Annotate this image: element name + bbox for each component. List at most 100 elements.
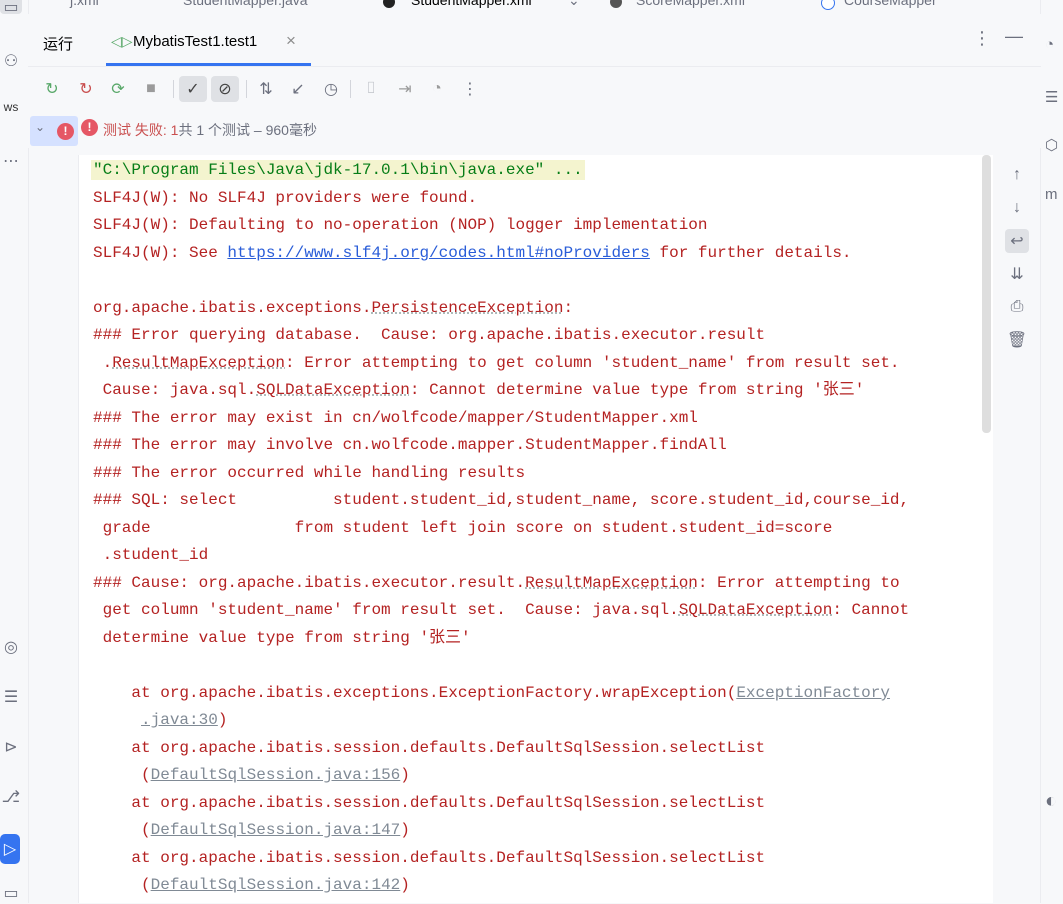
sort-alphabetically-icon[interactable]: ⇅: [254, 77, 278, 101]
source-link[interactable]: DefaultSqlSession.java:147: [151, 821, 401, 839]
console-line: SLF4J(W): See https://www.slf4j.org/code…: [93, 243, 852, 263]
console-line: ### The error may exist in cn/wolfcode/m…: [93, 409, 698, 427]
console-text: Cause: java.sql.: [93, 381, 257, 399]
console-text: : Error attempting to get column 'studen…: [285, 354, 900, 372]
java-class-icon: [821, 0, 835, 10]
project-icon[interactable]: ▭: [0, 0, 22, 16]
console-line: ### The error occurred while handling re…: [93, 464, 526, 482]
more-options-icon[interactable]: ⋮: [973, 28, 991, 49]
console-text: org.apache.ibatis.exceptions.: [93, 299, 372, 317]
run-icon[interactable]: ▷: [0, 834, 20, 864]
console-text: : Cannot: [832, 601, 910, 619]
assistant-icon[interactable]: ◐: [1045, 790, 1057, 813]
file-type-icon: [383, 0, 395, 8]
notifications-icon[interactable]: ◔: [1045, 36, 1054, 53]
test-tree-root[interactable]: ⌄ ! ! 测试 失败: 1共 1 个测试 – 960毫秒: [28, 110, 1041, 148]
stack-trace-line: (DefaultSqlSession.java:156): [93, 765, 410, 785]
console-text: (: [141, 821, 151, 839]
arrow-down-icon[interactable]: ↓: [1005, 196, 1029, 220]
sort-by-duration-icon[interactable]: ↙: [286, 77, 310, 101]
run-config-tab[interactable]: ◁▷ MybatisTest1.test1 ×: [106, 14, 311, 66]
console-text: SLF4J(W): See: [93, 244, 228, 262]
console-line: .student_id: [93, 546, 209, 564]
console-line: ### SQL: select student.student_id,stude…: [93, 491, 910, 509]
close-icon[interactable]: ⌄: [568, 0, 580, 9]
run-config-tab-label: MybatisTest1.test1: [133, 33, 258, 50]
more-options-icon[interactable]: ⋮: [458, 77, 482, 101]
console-text: (: [141, 876, 151, 894]
editor-tab[interactable]: ScoreMapper.xml: [636, 0, 745, 8]
stack-trace-line: at org.apache.ibatis.session.defaults.De…: [93, 739, 766, 757]
editor-tab-active[interactable]: StudentMapper.xml: [411, 0, 532, 8]
gradle-icon[interactable]: ⬡: [1045, 136, 1058, 154]
file-type-icon: [610, 0, 622, 8]
scroll-to-end-icon[interactable]: ⇊: [1005, 262, 1029, 286]
console-line: ### Cause: org.apache.ibatis.executor.re…: [93, 573, 900, 593]
git-icon[interactable]: ⎇: [0, 786, 22, 808]
editor-tab[interactable]: j.xml: [70, 0, 99, 8]
toggle-auto-test-icon[interactable]: ⟳: [106, 77, 130, 101]
import-tests-icon[interactable]: ⇥: [393, 77, 417, 101]
vertical-scrollbar[interactable]: [982, 155, 991, 433]
console-text: :: [563, 299, 574, 317]
stack-trace-line: (DefaultSqlSession.java:142): [93, 875, 410, 895]
source-link[interactable]: ExceptionFactory: [736, 684, 890, 702]
status-failed: 失败:: [134, 122, 171, 138]
coverage-icon[interactable]: ◔: [425, 77, 449, 101]
more-icon[interactable]: ⋯: [0, 150, 22, 172]
close-icon[interactable]: ×: [286, 31, 296, 51]
editor-tab-strip: j.xml StudentMapper.java StudentMapper.x…: [28, 0, 1038, 15]
aws-icon[interactable]: ws: [0, 96, 22, 118]
toolbar-separator: [350, 80, 351, 98]
terminal-icon[interactable]: ▭: [0, 882, 22, 904]
source-link[interactable]: DefaultSqlSession.java:142: [151, 876, 401, 894]
database-icon[interactable]: ☰: [1045, 88, 1058, 106]
run-window-header: 运行 ◁▷ MybatisTest1.test1 × ⋮ —: [28, 14, 1041, 66]
class-reference[interactable]: PersistenceException: [371, 299, 563, 317]
rerun-icon[interactable]: ↻: [40, 77, 64, 101]
console-text: : Error attempting to: [697, 574, 900, 592]
source-link[interactable]: .java:30: [141, 711, 218, 729]
right-tool-stripe: ◔ ☰ ⬡ m ◐: [1040, 0, 1063, 903]
slf4j-link[interactable]: https://www.slf4j.org/codes.html#noProvi…: [227, 244, 649, 262]
stack-trace-line: at org.apache.ibatis.session.defaults.De…: [93, 794, 766, 812]
console-line: SLF4J(W): Defaulting to no-operation (NO…: [93, 216, 708, 234]
test-history-icon[interactable]: ◷: [319, 77, 343, 101]
editor-tab[interactable]: StudentMapper.java: [183, 0, 308, 8]
class-reference[interactable]: ResultMapException: [525, 574, 698, 592]
minimize-icon[interactable]: —: [1005, 26, 1023, 47]
console-text: ): [400, 876, 410, 894]
class-reference[interactable]: SQLDataException: [256, 381, 410, 399]
camera-icon[interactable]: ⌷: [359, 77, 383, 101]
show-ignored-icon[interactable]: ⊘: [211, 76, 239, 102]
settings-icon[interactable]: ☰: [0, 686, 22, 708]
arrow-up-icon[interactable]: ↑: [1005, 163, 1029, 187]
console-output[interactable]: "C:\Program Files\Java\jdk-17.0.1\bin\ja…: [78, 155, 993, 903]
console-text: ### Cause: org.apache.ibatis.executor.re…: [93, 574, 526, 592]
run-debug-icon[interactable]: ⊳: [0, 736, 22, 758]
services-icon[interactable]: ◎: [0, 636, 22, 658]
status-summary: 共 1 个测试 – 960毫秒: [178, 122, 317, 138]
error-icon: !: [81, 119, 98, 136]
toolbar-separator: [246, 80, 247, 98]
editor-tab[interactable]: CourseMapper: [844, 0, 937, 8]
soft-wrap-icon[interactable]: ↩: [1005, 229, 1029, 253]
class-reference[interactable]: SQLDataException: [679, 601, 833, 619]
stop-icon[interactable]: ■: [139, 77, 163, 101]
class-reference[interactable]: ResultMapException: [112, 354, 285, 372]
show-passed-icon[interactable]: ✓: [179, 76, 207, 102]
structure-icon[interactable]: ⚇: [0, 50, 22, 72]
console-line: determine value type from string '张三': [93, 629, 471, 647]
test-status-text: 测试 失败: 1共 1 个测试 – 960毫秒: [103, 120, 317, 140]
command-line: "C:\Program Files\Java\jdk-17.0.1\bin\ja…: [91, 160, 585, 180]
console-text: ): [400, 821, 410, 839]
source-link[interactable]: DefaultSqlSession.java:156: [151, 766, 401, 784]
trash-icon[interactable]: 🗑: [1005, 328, 1029, 352]
stack-trace-line: at org.apache.ibatis.exceptions.Exceptio…: [93, 683, 890, 703]
console-line: org.apache.ibatis.exceptions.Persistence…: [93, 298, 573, 318]
rerun-failed-icon[interactable]: ↻: [74, 77, 98, 101]
run-window-title: 运行: [43, 36, 74, 53]
maven-icon[interactable]: m: [1045, 186, 1058, 203]
chevron-down-icon[interactable]: ⌄: [35, 120, 45, 134]
print-icon[interactable]: ⎙: [1005, 295, 1029, 319]
